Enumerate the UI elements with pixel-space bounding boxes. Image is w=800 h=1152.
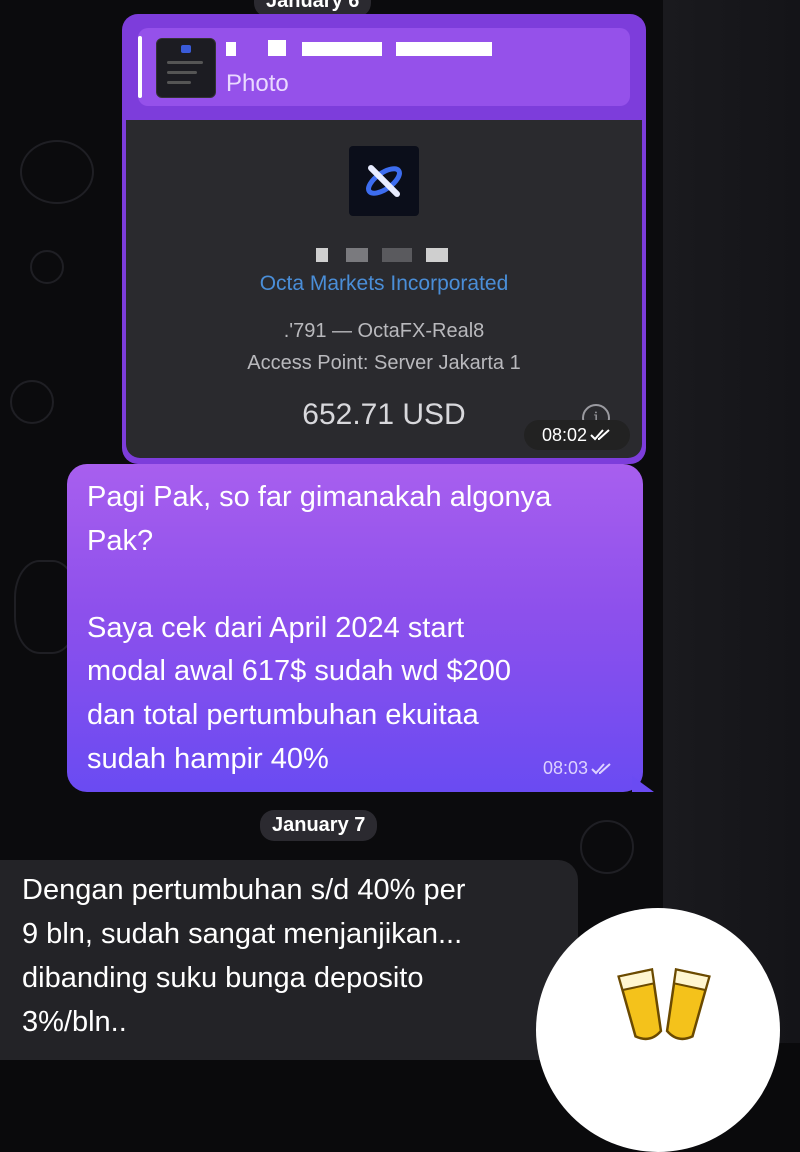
redacted-account-name — [316, 248, 328, 262]
thumbnail-logo — [181, 45, 191, 53]
octa-logo-icon — [349, 146, 419, 216]
outgoing-message[interactable]: Pagi Pak, so far gimanakah algonya Pak? … — [67, 464, 643, 792]
message-line: Pak? — [87, 524, 154, 557]
message-blank-line — [87, 563, 627, 607]
redacted-sender-name — [268, 40, 286, 56]
redacted-account-name — [346, 248, 368, 262]
broker-name: Octa Markets Incorporated — [259, 272, 509, 295]
incoming-message[interactable]: Dengan pertumbuhan s/d 40% per 9 bln, su… — [0, 860, 578, 1060]
reply-accent-bar — [138, 36, 142, 98]
side-panel-edge — [663, 0, 800, 1043]
thumbnail-line — [167, 81, 191, 84]
message-line: dan total pertumbuhan ekuitaa — [87, 698, 479, 731]
double-check-icon — [591, 762, 611, 774]
reply-thumbnail — [156, 38, 216, 98]
access-point: Access Point: Server Jakarta 1 — [247, 352, 521, 374]
timestamp-text: 08:02 — [541, 424, 588, 445]
date-separator: January 7 — [260, 810, 378, 841]
message-line: modal awal 617$ sudah wd $200 — [87, 655, 512, 688]
redacted-account-name — [382, 248, 412, 262]
double-check-icon — [590, 429, 610, 441]
message-text: Dengan pertumbuhan s/d 40% per 9 bln, su… — [22, 868, 572, 1044]
thumbnail-line — [167, 71, 197, 74]
message-line: dibanding suku bunga deposito — [22, 962, 424, 994]
message-line: Pagi Pak, so far gimanakah algonya — [87, 481, 552, 513]
doodle-decoration — [10, 380, 54, 424]
redacted-sender-name — [302, 42, 382, 56]
redacted-sender-name — [396, 42, 492, 56]
doodle-decoration — [580, 820, 634, 874]
redacted-sender-name — [226, 42, 236, 56]
thumbnail-line — [167, 61, 203, 64]
doodle-decoration — [20, 140, 94, 204]
message-text: Pagi Pak, so far gimanakah algonya Pak? … — [87, 476, 627, 781]
message-line: 9 bln, sudah sangat menjanjikan... — [22, 918, 463, 950]
redacted-account-name — [426, 248, 448, 262]
message-line: Saya cek dari April 2024 start — [87, 611, 465, 644]
message-timestamp: 08:02 — [524, 420, 630, 450]
champagne-toast-icon — [617, 967, 711, 1041]
timestamp-text: 08:03 — [543, 758, 589, 778]
photo-content[interactable]: Octa Markets Incorporated .'791 — OctaFX… — [126, 120, 642, 458]
message-line: Dengan pertumbuhan s/d 40% per — [22, 874, 466, 906]
sticker-message[interactable] — [536, 908, 780, 1152]
message-line: 3%/bln.. — [22, 1006, 127, 1038]
reply-type-label: Photo — [226, 70, 289, 97]
doodle-decoration — [30, 250, 64, 284]
account-number: .'791 — OctaFX-Real8 — [283, 320, 485, 342]
reply-preview[interactable]: Photo — [138, 28, 630, 106]
message-timestamp: 08:03 — [543, 758, 613, 779]
